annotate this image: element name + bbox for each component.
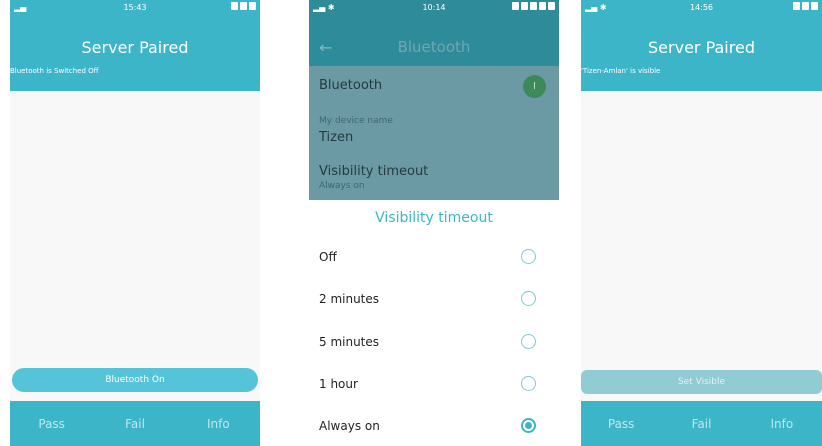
visibility-timeout-value: Always on — [319, 181, 365, 191]
visibility-dialog: Visibility timeout Off 2 minutes 5 minut… — [309, 200, 559, 446]
sim-icon — [231, 2, 238, 10]
status-time: 15:43 — [123, 3, 147, 12]
wifi-icon — [793, 2, 800, 10]
bluetooth-toggle[interactable]: I — [523, 75, 546, 98]
status-message: 'Tizen-Amlan' is visible — [581, 67, 661, 75]
option-always-on[interactable]: Always on — [309, 405, 559, 446]
notification-icon — [539, 2, 546, 10]
bluetooth-label: Bluetooth — [319, 78, 383, 93]
settings-title: Bluetooth — [397, 38, 471, 56]
screen-bluetooth-off: ▂▄ 15:43 Server Paired Bluetooth is Swit… — [10, 0, 260, 446]
option-off[interactable]: Off — [309, 236, 559, 278]
content-area — [581, 91, 822, 401]
option-2-minutes[interactable]: 2 minutes — [309, 278, 559, 320]
bluetooth-on-button[interactable]: Bluetooth On — [12, 368, 258, 392]
set-visible-button[interactable]: Set Visible — [581, 370, 822, 394]
bottom-bar: Pass Fail Info — [581, 401, 822, 446]
option-label: Off — [319, 250, 337, 264]
status-icons — [512, 2, 555, 10]
fail-button[interactable]: Fail — [93, 417, 176, 431]
radio-button-selected[interactable] — [521, 418, 536, 433]
option-1-hour[interactable]: 1 hour — [309, 363, 559, 405]
radio-button[interactable] — [521, 376, 536, 391]
status-bar: ▂▄ 15:43 — [10, 0, 260, 16]
info-button[interactable]: Info — [742, 417, 822, 431]
wifi-icon — [512, 2, 519, 10]
status-message: Bluetooth is Switched Off — [10, 67, 99, 75]
content-area — [10, 91, 260, 401]
fail-button[interactable]: Fail — [661, 417, 741, 431]
radio-button[interactable] — [521, 334, 536, 349]
header: ▂▄ ✱ 14:56 Server Paired 'Tizen-Amlan' i… — [581, 0, 822, 91]
battery-icon — [249, 2, 256, 10]
status-time: 14:56 — [689, 3, 714, 12]
status-bar: ▂▄ ✱ 10:14 — [309, 0, 559, 16]
screen-visible: ▂▄ ✱ 14:56 Server Paired 'Tizen-Amlan' i… — [581, 0, 822, 446]
option-5-minutes[interactable]: 5 minutes — [309, 321, 559, 363]
device-name-label: My device name — [319, 116, 393, 126]
battery-icon — [548, 2, 555, 10]
sim-icon — [521, 2, 528, 10]
device-name-value: Tizen — [319, 130, 354, 145]
radio-button[interactable] — [521, 291, 536, 306]
option-label: 1 hour — [319, 377, 358, 391]
page-title: Server Paired — [648, 38, 755, 57]
option-label: 2 minutes — [319, 292, 380, 306]
notification-icon — [811, 2, 818, 10]
dimmed-settings: ▂▄ ✱ 10:14 ← Bluetooth Bluetooth I My de… — [309, 0, 559, 200]
status-bar: ▂▄ ✱ 14:56 — [581, 0, 822, 16]
visibility-timeout-label: Visibility timeout — [319, 164, 429, 179]
header: ▂▄ 15:43 Server Paired Bluetooth is Swit… — [10, 0, 260, 91]
screen-visibility-dialog: ▂▄ ✱ 10:14 ← Bluetooth Bluetooth I My de… — [309, 0, 559, 446]
settings-header: ▂▄ ✱ 10:14 ← Bluetooth — [309, 0, 559, 66]
volume-icon — [530, 2, 537, 10]
pass-button[interactable]: Pass — [581, 417, 661, 431]
option-label: 5 minutes — [319, 335, 380, 349]
status-icons — [793, 2, 818, 10]
sim-icon — [802, 2, 809, 10]
bottom-bar: Pass Fail Info — [10, 401, 260, 446]
page-title: Server Paired — [81, 38, 189, 57]
radio-button[interactable] — [521, 249, 536, 264]
status-icons — [231, 2, 256, 10]
option-label: Always on — [319, 419, 380, 433]
dialog-title: Visibility timeout — [375, 210, 493, 226]
info-button[interactable]: Info — [177, 417, 260, 431]
pass-button[interactable]: Pass — [10, 417, 93, 431]
notification-icon — [240, 2, 247, 10]
